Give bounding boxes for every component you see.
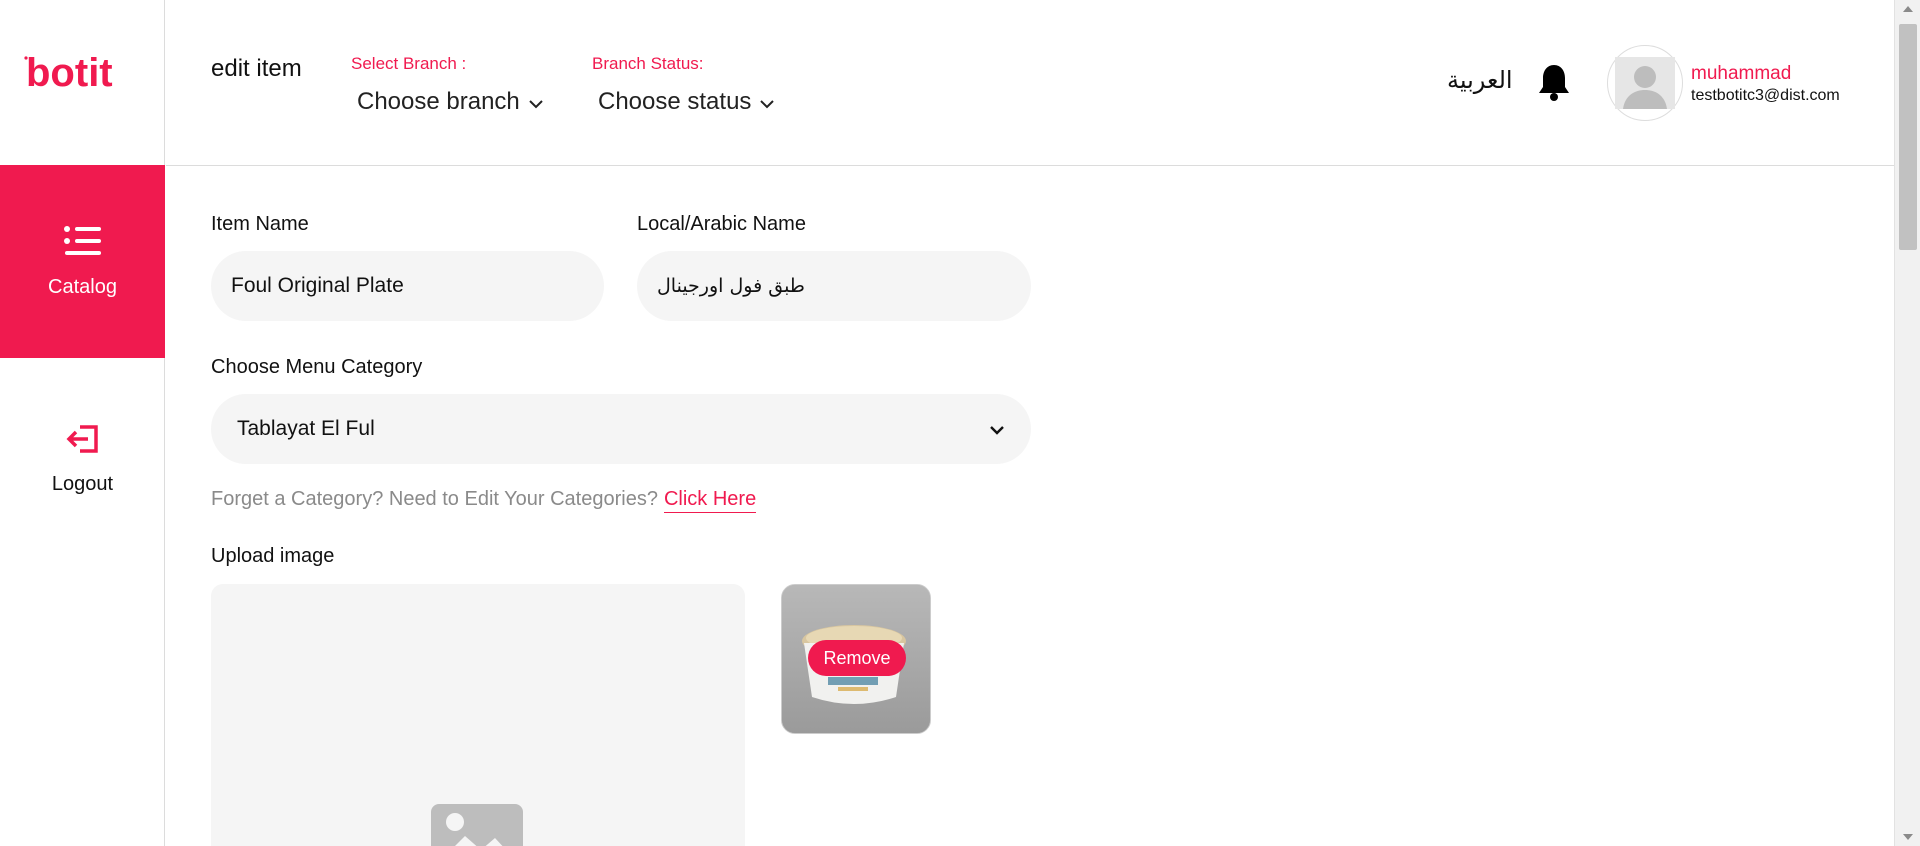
top-header: edit item Select Branch : Choose branch … bbox=[166, 0, 1894, 166]
chevron-down-icon bbox=[989, 417, 1005, 441]
botit-logo[interactable]: botit bbox=[24, 50, 144, 95]
branch-label: Select Branch : bbox=[351, 54, 467, 73]
logout-icon bbox=[66, 424, 100, 459]
avatar[interactable] bbox=[1607, 45, 1683, 121]
sidebar-item-label: Logout bbox=[51, 473, 114, 495]
user-placeholder-icon bbox=[1615, 57, 1675, 109]
branch-value: Choose branch bbox=[357, 88, 520, 115]
remove-image-button[interactable]: Remove bbox=[808, 640, 906, 676]
user-email: testbotitc3@dist.com bbox=[1691, 87, 1840, 104]
branch-selector: Select Branch : Choose branch bbox=[351, 54, 544, 116]
category-hint-text: Forget a Category? Need to Edit Your Cat… bbox=[211, 488, 658, 510]
local-name-field[interactable]: طبق فول اورجينال bbox=[637, 251, 1031, 321]
chevron-down-icon bbox=[759, 88, 775, 116]
item-name-field[interactable]: Foul Original Plate bbox=[211, 251, 604, 321]
scrollbar-thumb[interactable] bbox=[1899, 24, 1917, 250]
scroll-up-arrow-icon[interactable] bbox=[1903, 6, 1913, 12]
user-name: muhammad bbox=[1691, 63, 1792, 84]
upload-image-label: Upload image bbox=[211, 545, 335, 567]
bell-icon[interactable] bbox=[1536, 62, 1572, 102]
menu-category-select[interactable]: Tablayat El Ful bbox=[211, 394, 1031, 464]
page-title: edit item bbox=[211, 55, 302, 82]
local-name-value: طبق فول اورجينال bbox=[657, 275, 805, 297]
svg-text:botit: botit bbox=[26, 51, 113, 94]
image-placeholder-icon bbox=[431, 804, 523, 846]
sidebar-item-label: Catalog bbox=[48, 275, 117, 298]
branch-dropdown[interactable]: Choose branch bbox=[357, 88, 544, 116]
uploaded-image-thumbnail: Remove bbox=[781, 584, 931, 734]
menu-category-value: Tablayat El Ful bbox=[237, 417, 375, 440]
status-dropdown[interactable]: Choose status bbox=[598, 88, 775, 116]
sidebar: botit Catalog Logout bbox=[0, 0, 165, 846]
item-name-label: Item Name bbox=[211, 213, 309, 235]
status-selector: Branch Status: Choose status bbox=[592, 54, 775, 116]
status-label: Branch Status: bbox=[592, 54, 704, 73]
language-toggle[interactable]: العربية bbox=[1447, 66, 1513, 95]
edit-categories-link[interactable]: Click Here bbox=[663, 488, 757, 513]
chevron-down-icon bbox=[528, 88, 544, 116]
image-upload-dropzone[interactable] bbox=[211, 584, 745, 846]
local-name-label: Local/Arabic Name bbox=[637, 213, 806, 235]
scrollbar[interactable] bbox=[1894, 0, 1920, 846]
sidebar-item-logout[interactable]: Logout bbox=[0, 405, 165, 515]
category-hint: Forget a Category? Need to Edit Your Cat… bbox=[211, 488, 757, 513]
menu-category-label: Choose Menu Category bbox=[211, 356, 423, 378]
item-name-value: Foul Original Plate bbox=[231, 274, 404, 297]
status-value: Choose status bbox=[598, 88, 752, 115]
sidebar-item-catalog[interactable]: Catalog bbox=[0, 165, 165, 358]
scroll-down-arrow-icon[interactable] bbox=[1903, 834, 1913, 840]
list-icon bbox=[63, 225, 103, 262]
